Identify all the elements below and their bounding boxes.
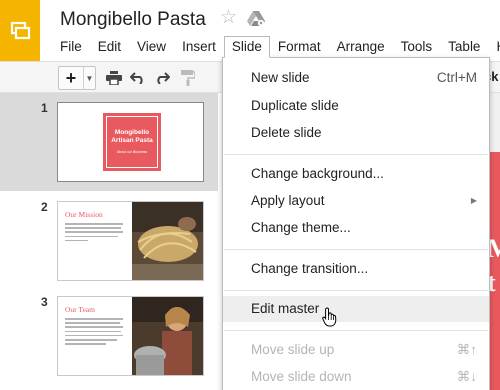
menu-item-new-slide[interactable]: New slide Ctrl+M [223,65,489,91]
pasta-photo [132,202,203,280]
thumbnail-title: Our Mission [65,210,103,219]
menu-item-change-transition[interactable]: Change transition... [223,256,489,282]
slide-filmstrip: 1 Mongibello Artisan Pasta About our Bus… [0,93,218,390]
drive-icon[interactable] [247,11,265,32]
menu-item-label: Delete slide [251,125,322,140]
menu-help[interactable]: He [488,36,500,58]
menu-format[interactable]: Format [270,36,329,58]
star-icon[interactable]: ☆ [220,8,237,27]
team-photo [132,297,203,375]
slide-number: 3 [41,295,48,309]
undo-icon[interactable] [128,68,148,88]
menu-item-change-theme[interactable]: Change theme... [223,215,489,241]
menu-item-apply-layout[interactable]: Apply layout ▶ [223,188,489,214]
shortcut-text: Ctrl+M [436,70,477,85]
menu-item-label: Change theme... [251,220,351,235]
menu-item-label: Change transition... [251,261,369,276]
slide-thumbnail[interactable]: Mongibello Artisan Pasta About our Busin… [57,102,204,182]
menu-item-duplicate-slide[interactable]: Duplicate slide [223,93,489,119]
menu-tools[interactable]: Tools [393,36,441,58]
menu-item-move-slide-up: Move slide up ⌘↑ [223,337,489,363]
title-card: Mongibello Artisan Pasta About our Busin… [103,113,161,171]
slide-number: 2 [41,200,48,214]
submenu-arrow-icon: ▶ [470,196,477,205]
thumbnail-title: Mongibello Artisan Pasta [111,129,153,144]
menu-view[interactable]: View [129,36,174,58]
menu-item-label: Move slide down [251,369,352,384]
thumbnail-title: Our Team [65,305,95,314]
new-slide-button[interactable]: + ▼ [58,66,96,90]
menu-item-change-background[interactable]: Change background... [223,161,489,187]
menu-item-label: Edit master [251,301,320,316]
menu-arrange[interactable]: Arrange [329,36,393,58]
slide-thumbnail-row[interactable]: 2 Our Mission [0,196,218,286]
slide-thumbnail[interactable]: Our Mission [57,201,204,281]
menu-item-label: Change background... [251,166,384,181]
slide-menu-dropdown: New slide Ctrl+M Duplicate slide Delete … [222,57,490,390]
slide-number: 1 [41,101,48,115]
menu-item-label: New slide [251,70,310,85]
slide-thumbnail-row[interactable]: 3 Our Team [0,291,218,381]
menu-bar: File Edit View Insert Slide Format Arran… [52,36,500,58]
menu-item-label: Apply layout [251,193,325,208]
paint-format-icon[interactable] [178,68,198,88]
print-icon[interactable] [104,68,124,88]
menu-divider [224,290,488,291]
menu-file[interactable]: File [52,36,90,58]
menu-item-edit-master[interactable]: Edit master [223,296,489,322]
redo-icon[interactable] [152,68,172,88]
menu-table[interactable]: Table [440,36,488,58]
new-slide-icon: + [65,68,77,88]
menu-insert[interactable]: Insert [174,36,224,58]
thumbnail-body-text [65,318,123,347]
shortcut-text: ⌘↑ [456,342,477,357]
menu-divider [224,249,488,250]
menu-item-delete-slide[interactable]: Delete slide [223,120,489,146]
thumbnail-body-text [65,223,123,244]
menu-item-label: Duplicate slide [251,98,339,113]
slide-thumbnail-row[interactable]: 1 Mongibello Artisan Pasta About our Bus… [0,93,218,191]
document-title[interactable]: Mongibello Pasta [60,9,206,31]
shortcut-text: ⌘↓ [456,369,477,384]
menu-slide[interactable]: Slide [223,36,270,58]
slide-thumbnail[interactable]: Our Team [57,296,204,376]
chevron-down-icon[interactable]: ▼ [83,67,95,89]
thumbnail-subtitle: About our Business [116,150,148,154]
hand-cursor-icon [322,307,338,332]
menu-item-label: Move slide up [251,342,335,357]
slides-logo-icon[interactable] [0,0,40,61]
menu-item-move-slide-down: Move slide down ⌘↓ [223,364,489,390]
menu-edit[interactable]: Edit [90,36,129,58]
menu-divider [224,154,488,155]
menu-divider [224,330,488,331]
